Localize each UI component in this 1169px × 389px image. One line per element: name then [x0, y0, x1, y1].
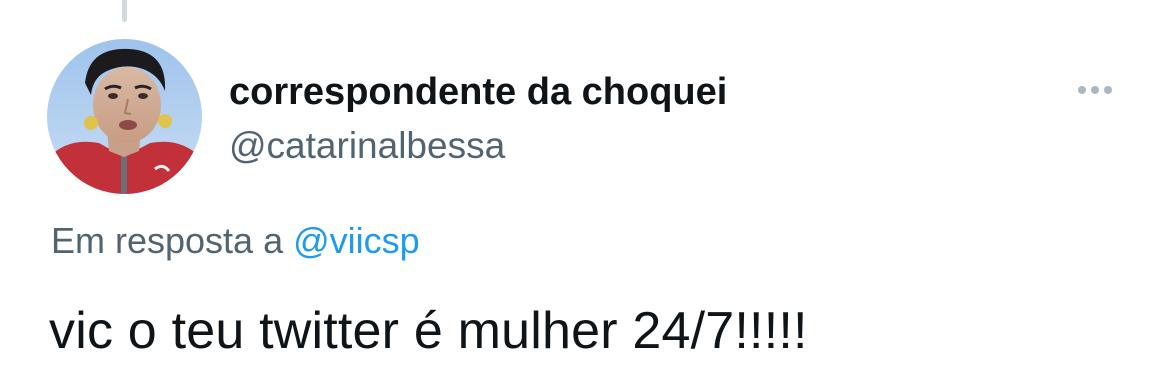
more-horizontal-icon-dot: [1104, 86, 1112, 94]
author-handle[interactable]: @catarinalbessa: [229, 124, 505, 168]
avatar[interactable]: [47, 39, 202, 194]
more-horizontal-icon: [1078, 86, 1086, 94]
reply-mention-link[interactable]: @viicsp: [293, 220, 420, 261]
tweet-text: vic o teu twitter é mulher 24/7!!!!!: [49, 302, 808, 360]
thread-connector-line: [122, 0, 127, 22]
reply-prefix: Em resposta a: [51, 220, 284, 261]
more-options-button[interactable]: [1070, 72, 1120, 108]
author-display-name[interactable]: correspondente da choquei: [229, 70, 727, 114]
more-horizontal-icon-dot: [1091, 86, 1099, 94]
avatar-photo: [47, 39, 202, 194]
reply-context: Em resposta a @viicsp: [51, 218, 420, 264]
